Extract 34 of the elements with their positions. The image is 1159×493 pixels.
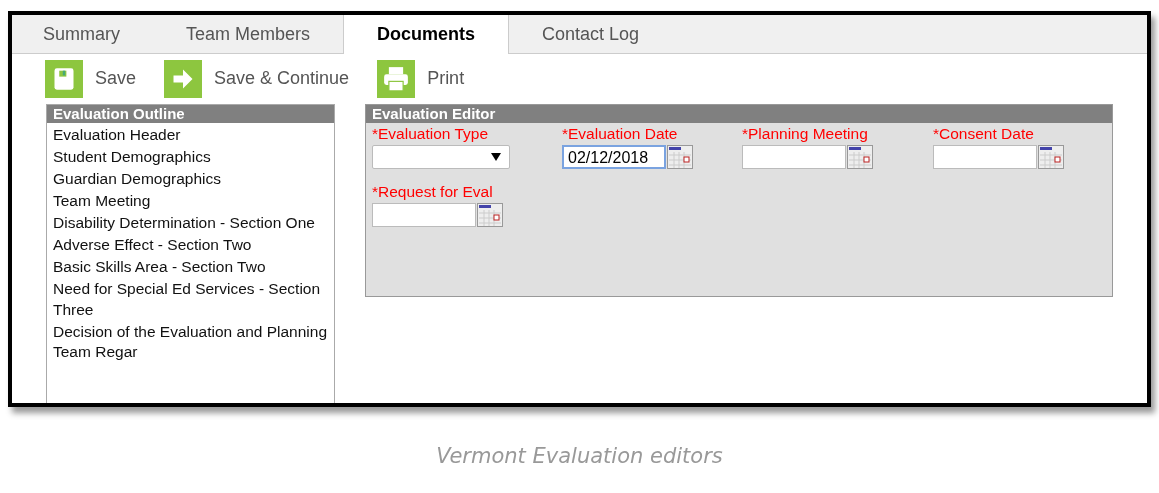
field-label: *Consent Date	[933, 125, 1035, 143]
calendar-icon[interactable]	[667, 145, 693, 169]
field-label: *Evaluation Type	[372, 125, 490, 143]
outline-item[interactable]: Guardian Demographics	[53, 169, 328, 190]
outline-item[interactable]: Disability Determination - Section One	[53, 213, 328, 234]
field-label: *Request for Eval	[372, 183, 494, 201]
date-field[interactable]	[933, 145, 1037, 169]
printer-icon	[377, 59, 416, 98]
dropdown-arrow-icon	[491, 153, 501, 161]
calendar-icon[interactable]	[477, 203, 503, 227]
continue-button[interactable]: Save & Continue	[164, 61, 350, 96]
caption: Vermont Evaluation editors	[435, 444, 724, 468]
outline-item[interactable]: Student Demographics	[53, 147, 328, 168]
calendar-icon[interactable]	[847, 145, 873, 169]
panel-title: Evaluation Editor	[366, 105, 1112, 123]
outline-item[interactable]: Team Meeting	[53, 191, 328, 212]
date-field[interactable]	[372, 203, 476, 227]
date-field[interactable]	[742, 145, 846, 169]
tab[interactable]: Contact Log	[509, 15, 673, 53]
field-label: *Evaluation Date	[562, 125, 679, 143]
outline-item[interactable]: Adverse Effect - Section Two	[53, 235, 328, 256]
date-field[interactable]: 02/12/2018	[562, 145, 666, 169]
tab[interactable]: Team Members	[153, 15, 344, 53]
calendar-icon[interactable]	[1038, 145, 1064, 169]
outline-item[interactable]: Decision of the Evaluation and Planning Team Regar	[53, 321, 328, 363]
panel-title: Evaluation Outline	[47, 105, 334, 123]
save-button[interactable]: Save	[45, 61, 137, 96]
outline-item[interactable]: Basic Skills Area - Section Two	[53, 257, 328, 278]
tab[interactable]: Summary	[12, 15, 153, 53]
print-button[interactable]: Print	[377, 61, 465, 96]
outline-item[interactable]: Evaluation Header	[53, 125, 328, 146]
field-label: *Planning Meeting	[742, 125, 869, 143]
outline-item[interactable]: Need for Special Ed Services - Section Three	[53, 279, 328, 320]
tab[interactable]: Documents	[343, 15, 510, 54]
